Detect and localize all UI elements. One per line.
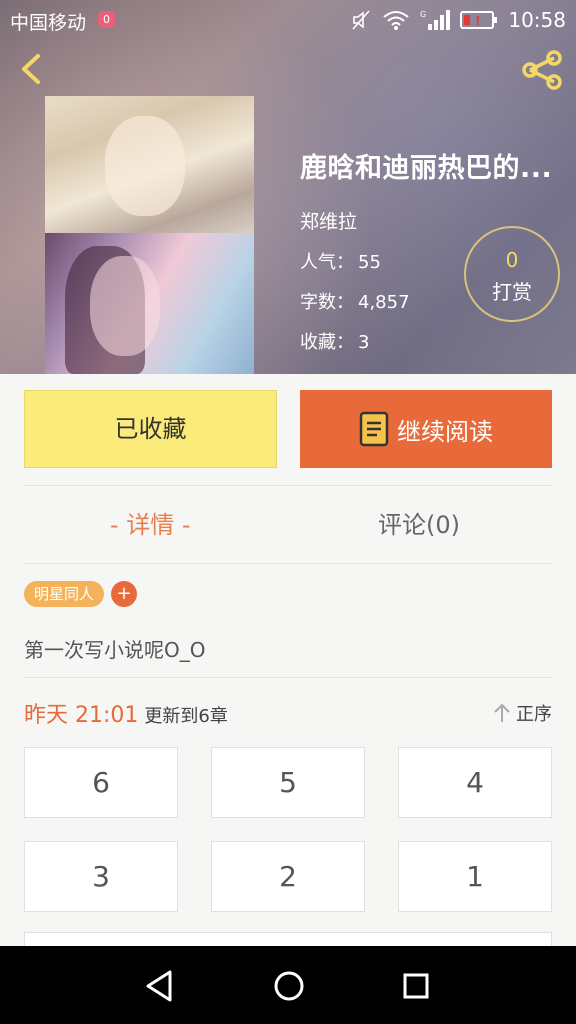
divider — [24, 485, 552, 486]
book-cover-image — [45, 96, 254, 374]
favorited-button[interactable]: 已收藏 — [24, 390, 277, 468]
update-time: 昨天 21:01 — [24, 703, 139, 728]
update-info: 昨天 21:01 更新到6章 — [24, 697, 228, 729]
chapter-button[interactable]: 5 — [211, 747, 365, 818]
chapter-button[interactable]: 2 — [211, 841, 365, 912]
share-button[interactable] — [520, 50, 564, 90]
tab-comments[interactable]: 评论(0) — [378, 505, 460, 540]
author-name: 郑维拉 — [300, 211, 358, 233]
svg-text:!: ! — [475, 14, 480, 28]
book-title: 鹿晗和迪丽热巴的... — [300, 153, 553, 184]
continue-reading-label: 继续阅读 — [397, 417, 493, 446]
chevron-left-icon — [22, 54, 40, 84]
book-detail-screen: 中国移动 0 G ! 10:58 鹿晗和迪丽热巴的... 郑维拉 人气： 55 … — [0, 0, 576, 1024]
sort-order-button[interactable]: 正序 — [492, 700, 552, 726]
update-text: 更新到6章 — [144, 706, 228, 727]
favorites-stat: 收藏： 3 — [300, 328, 560, 354]
chapter-button[interactable]: 6 — [24, 747, 178, 818]
divider — [24, 563, 552, 564]
back-button[interactable] — [14, 52, 48, 86]
clock: 10:58 — [508, 8, 566, 32]
carrier-label: 中国移动 — [10, 12, 87, 34]
popularity-value: 55 — [358, 252, 381, 273]
reward-count: 0 — [505, 248, 519, 272]
notification-badge: 0 — [98, 11, 115, 28]
nav-home-icon[interactable] — [268, 965, 310, 1007]
svg-text:G: G — [420, 10, 426, 19]
favorites-label: 收藏： — [300, 332, 354, 353]
status-bar: 中国移动 0 G ! 10:58 — [0, 0, 576, 40]
book-summary: 第一次写小说呢O_O — [24, 638, 206, 662]
nav-recent-apps-icon[interactable] — [396, 966, 436, 1006]
divider — [24, 677, 552, 678]
word-count-value: 4,857 — [358, 292, 410, 313]
favorites-value: 3 — [358, 332, 370, 353]
popularity-label: 人气： — [300, 252, 354, 273]
arrow-up-icon — [494, 703, 510, 722]
status-icons: G ! 10:58 — [350, 8, 566, 32]
nav-back-icon[interactable] — [140, 966, 180, 1006]
system-nav-bar — [0, 946, 576, 1024]
cover-figure-2 — [90, 256, 160, 356]
sort-order-label: 正序 — [516, 704, 552, 725]
share-icon — [522, 50, 562, 90]
book-icon — [359, 411, 389, 447]
wifi-icon — [383, 11, 409, 30]
continue-reading-button[interactable]: 继续阅读 — [300, 390, 552, 468]
signal-icon: G — [420, 10, 451, 30]
chapter-button[interactable]: 3 — [24, 841, 178, 912]
cover-figure-1 — [105, 116, 185, 216]
reward-label: 打赏 — [492, 280, 532, 304]
mute-icon — [352, 10, 370, 30]
chapter-button[interactable]: 4 — [398, 747, 552, 818]
tab-details[interactable]: - 详情 - — [110, 505, 191, 540]
word-count-label: 字数： — [300, 292, 354, 313]
tag-celebrity-fanfic[interactable]: 明星同人 — [24, 581, 105, 607]
reward-button[interactable]: 0 打赏 — [464, 226, 560, 322]
battery-icon: ! — [460, 11, 498, 29]
chapter-button[interactable]: 1 — [398, 841, 552, 912]
add-tag-button[interactable]: + — [111, 581, 137, 607]
